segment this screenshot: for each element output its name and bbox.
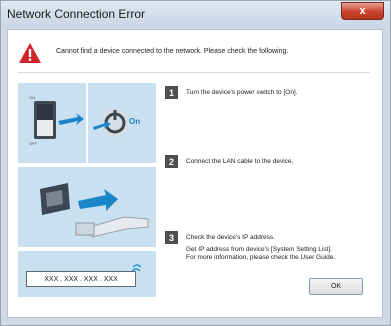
step-1-number: 1 [165,86,178,99]
step-2-number: 2 [165,155,178,168]
svg-text:OFF: OFF [29,141,38,146]
window-title: Network Connection Error [7,7,146,21]
error-message: Cannot find a device connected to the ne… [56,48,289,55]
ip-placeholder: XXX . XXX . XXX . XXX [44,275,118,283]
signal-icon [131,264,142,272]
message-row: Cannot find a device connected to the ne… [18,42,368,66]
on-label: On [129,117,141,126]
step-2-text: Connect the LAN cable to the device. [186,158,294,165]
close-icon: x [359,5,366,17]
title-bar[interactable]: Network Connection Error x [1,1,390,27]
step-3-detail-2: For more information, please check the U… [186,254,336,261]
warning-icon [19,43,41,63]
divider [18,72,370,73]
close-button[interactable]: x [341,2,384,20]
lan-cable-illustration [18,167,156,247]
dialog-content: Cannot find a device connected to the ne… [7,29,383,318]
svg-text:ON: ON [29,95,35,100]
step-3-detail-1: Get IP address from device's [System Set… [186,246,332,253]
step-3-text: Check the device's IP address. [186,234,275,241]
ok-button[interactable]: OK [309,278,363,295]
power-switch-illustration: ON OFF On [18,83,156,163]
step-3-number: 3 [165,231,178,244]
ip-address-display: XXX . XXX . XXX . XXX [26,271,136,287]
lan-cable-icon [18,167,156,247]
ip-address-illustration: XXX . XXX . XXX . XXX [18,251,156,297]
dialog-window: Network Connection Error x Cannot find a… [0,0,391,326]
step-1-text: Turn the device's power switch to [On]. [186,89,298,96]
